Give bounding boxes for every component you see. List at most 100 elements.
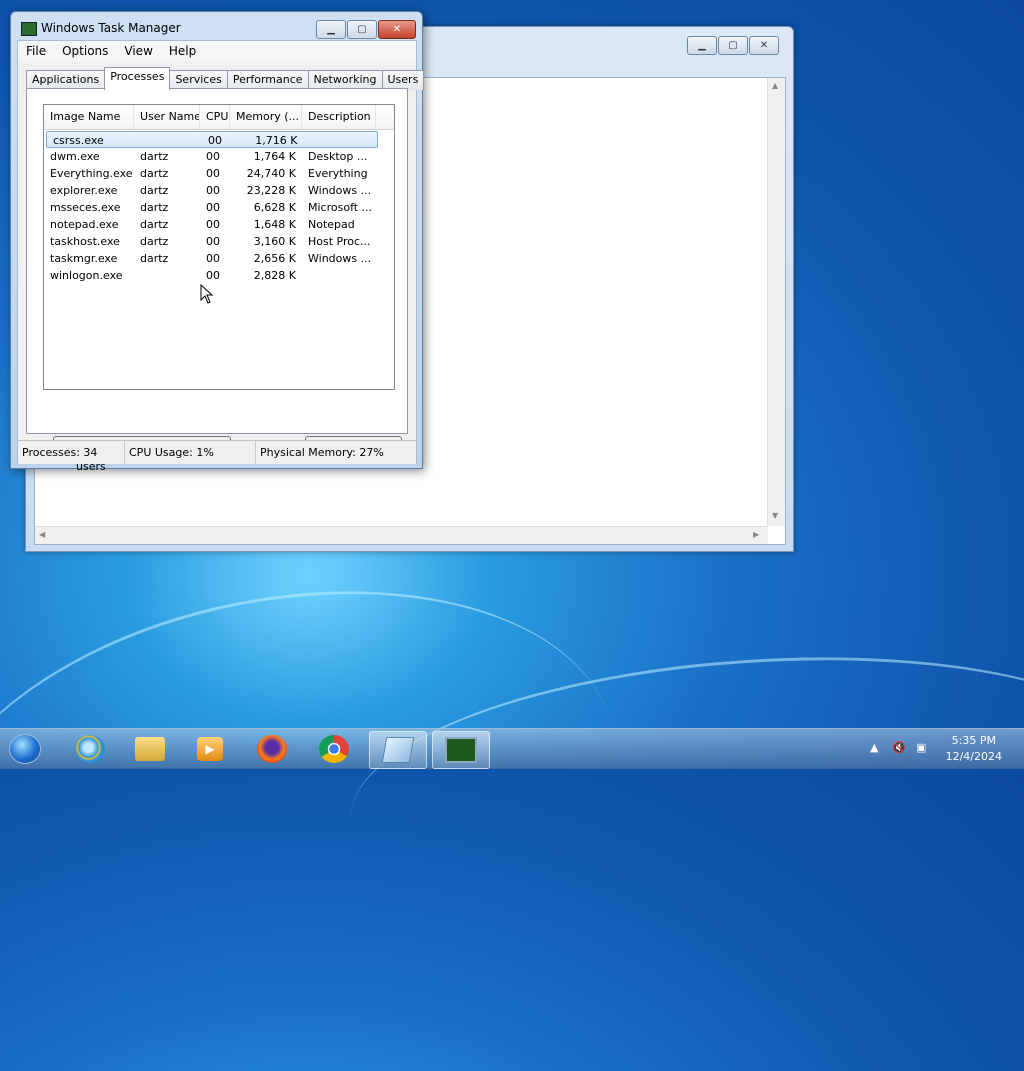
scroll-right-icon[interactable]: ▶	[753, 530, 759, 539]
menu-help[interactable]: Help	[161, 41, 204, 61]
caption-buttons: ▁ ▢ ✕	[315, 20, 416, 39]
cell-user-name	[136, 132, 202, 149]
show-hidden-icons-icon[interactable]: ▲	[870, 741, 884, 755]
cell-cpu: 00	[208, 134, 223, 147]
taskbar-media-player[interactable]: ▶	[182, 731, 238, 767]
clock-date: 12/4/2024	[945, 750, 1002, 763]
cell-user-name: dartz	[140, 150, 169, 163]
table-row[interactable]: taskhost.exe dartz 00 3,160 K Host Proc.…	[44, 233, 394, 250]
cell-image-name: explorer.exe	[50, 184, 118, 197]
cell-description: Host Proc...	[308, 235, 371, 248]
notepad-icon	[381, 737, 415, 763]
menu-options[interactable]: Options	[54, 41, 116, 61]
cell-cpu: 00	[206, 150, 220, 163]
cell-memory: 24,740 K	[246, 167, 296, 180]
cell-user-name: dartz	[140, 167, 169, 180]
cell-cpu: 00	[206, 252, 220, 265]
minimize-button[interactable]: ▁	[316, 20, 346, 39]
cell-image-name: taskmgr.exe	[50, 252, 118, 265]
column-description[interactable]: Description	[302, 105, 376, 129]
cell-cpu: 00	[206, 167, 220, 180]
cell-user-name: dartz	[140, 218, 169, 231]
task-manager-window[interactable]: Windows Task Manager ▁ ▢ ✕ File Options …	[10, 11, 425, 473]
table-row[interactable]: winlogon.exe 00 2,828 K	[44, 267, 394, 284]
network-icon[interactable]: ▣	[916, 741, 930, 755]
taskbar-firefox[interactable]	[244, 731, 300, 767]
taskbar-file-explorer[interactable]	[122, 731, 178, 767]
menu-view[interactable]: View	[116, 41, 160, 61]
tab-processes[interactable]: Processes	[104, 67, 171, 90]
cell-user-name: dartz	[140, 235, 169, 248]
processes-panel: Image Name User Name CPU Memory (... Des…	[26, 88, 408, 473]
table-row[interactable]: dwm.exe dartz 00 1,764 K Desktop ...	[44, 148, 394, 165]
cell-image-name: taskhost.exe	[50, 235, 120, 248]
clock-time: 5:35 PM	[951, 734, 996, 747]
table-row[interactable]: taskmgr.exe dartz 00 2,656 K Windows ...	[44, 250, 394, 267]
cell-description: Windows ...	[308, 252, 372, 265]
status-cpu-usage: CPU Usage: 1%	[125, 441, 256, 464]
cell-user-name: dartz	[140, 184, 169, 197]
tab-networking[interactable]: Networking	[307, 70, 383, 90]
scroll-down-icon[interactable]: ▼	[772, 511, 778, 520]
vertical-scrollbar[interactable]: ▲ ▼	[767, 78, 785, 526]
taskbar-internet-explorer[interactable]	[62, 731, 118, 767]
table-row[interactable]: csrss.exe 00 1,716 K	[46, 131, 378, 148]
status-physical-memory: Physical Memory: 27%	[260, 446, 384, 459]
close-button[interactable]: ✕	[378, 20, 416, 39]
volume-muted-icon[interactable]: 🔇	[892, 741, 906, 755]
cell-user-name	[134, 267, 200, 284]
firefox-icon	[257, 735, 287, 763]
taskbar: ▶ ▲ 🔇 ▣ 5:35 PM 12/4/2024	[0, 728, 1024, 769]
tab-performance[interactable]: Performance	[226, 70, 309, 90]
cell-memory: 6,628 K	[253, 201, 296, 214]
cell-cpu: 00	[206, 201, 220, 214]
tab-services[interactable]: Services	[169, 70, 228, 90]
window-title: Windows Task Manager	[41, 21, 181, 35]
notepad-caption-buttons: ▁ ▢ ✕	[686, 36, 779, 55]
taskbar-chrome[interactable]	[306, 731, 362, 767]
scroll-left-icon[interactable]: ◀	[39, 530, 45, 539]
task-manager-icon	[445, 737, 477, 763]
system-clock[interactable]: 5:35 PM 12/4/2024	[946, 733, 1002, 765]
table-row[interactable]: notepad.exe dartz 00 1,648 K Notepad	[44, 216, 394, 233]
cell-description: Everything	[308, 167, 368, 180]
column-user-name[interactable]: User Name	[134, 105, 200, 129]
column-memory[interactable]: Memory (...	[230, 105, 302, 129]
maximize-button[interactable]: ▢	[347, 20, 377, 39]
cell-cpu: 00	[206, 218, 220, 231]
tab-users[interactable]: Users	[381, 70, 425, 90]
scroll-up-icon[interactable]: ▲	[772, 81, 778, 90]
cell-memory: 23,228 K	[246, 184, 296, 197]
cell-image-name: dwm.exe	[50, 150, 100, 163]
internet-explorer-icon	[75, 735, 105, 763]
tab-strip: Applications Processes Services Performa…	[26, 67, 425, 90]
file-explorer-icon	[135, 737, 165, 761]
menu-file[interactable]: File	[18, 41, 54, 61]
cell-memory: 2,656 K	[253, 252, 296, 265]
media-player-icon: ▶	[197, 737, 223, 761]
table-row[interactable]: msseces.exe dartz 00 6,628 K Microsoft .…	[44, 199, 394, 216]
cell-memory: 2,828 K	[253, 269, 296, 282]
cell-cpu: 00	[206, 184, 220, 197]
cell-description: Microsoft ...	[308, 201, 373, 214]
start-button[interactable]	[0, 731, 50, 767]
column-cpu[interactable]: CPU	[200, 105, 230, 129]
minimize-button[interactable]: ▁	[687, 36, 717, 55]
table-row[interactable]: Everything.exe dartz 00 24,740 K Everyth…	[44, 165, 394, 182]
cell-description: Notepad	[308, 218, 355, 231]
cell-image-name: Everything.exe	[50, 167, 133, 180]
horizontal-scrollbar[interactable]: ◀ ▶	[35, 526, 768, 544]
cell-description: Desktop ...	[308, 150, 368, 163]
mouse-cursor-icon	[200, 284, 214, 304]
process-list[interactable]: Image Name User Name CPU Memory (... Des…	[43, 104, 395, 390]
close-button[interactable]: ✕	[749, 36, 779, 55]
tab-applications[interactable]: Applications	[26, 70, 106, 90]
taskbar-notepad[interactable]	[369, 731, 427, 769]
cell-description	[302, 267, 376, 284]
cell-description	[303, 132, 377, 149]
taskbar-task-manager[interactable]	[432, 731, 490, 769]
column-image-name[interactable]: Image Name	[44, 105, 134, 129]
maximize-button[interactable]: ▢	[718, 36, 748, 55]
table-row[interactable]: explorer.exe dartz 00 23,228 K Windows .…	[44, 182, 394, 199]
cell-cpu: 00	[206, 235, 220, 248]
